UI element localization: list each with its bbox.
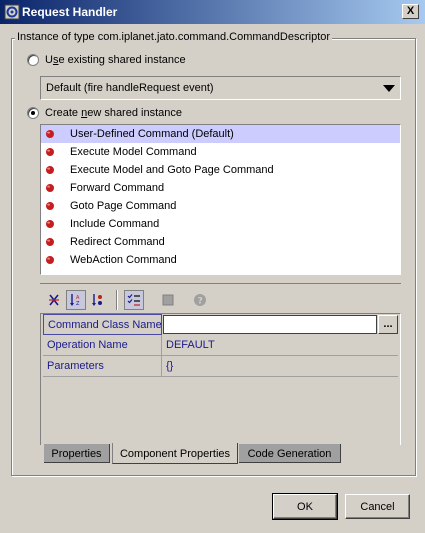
bean-icon [46,220,54,228]
list-item[interactable]: Include Command [41,215,400,233]
list-item[interactable]: User-Defined Command (Default) [41,125,400,143]
list-item-label: Redirect Command [70,236,165,248]
shared-instance-dropdown[interactable]: Default (fire handleRequest event) [40,76,401,100]
create-new-label: Create new shared instance [45,107,182,119]
help-button[interactable]: ? [190,290,210,310]
list-item-label: User-Defined Command (Default) [70,128,234,140]
list-item[interactable]: WebAction Command [41,251,400,269]
property-list-button[interactable] [124,290,144,310]
close-icon: X [406,5,415,17]
bean-icon [46,166,54,174]
command-list[interactable]: User-Defined Command (Default) Execute M… [40,124,401,275]
list-item-label: Goto Page Command [70,200,177,212]
property-grid: Command Class Name ... Operation Name DE… [40,313,401,445]
use-existing-label: Use existing shared instance [45,54,186,66]
property-row[interactable]: Parameters {} [41,356,400,377]
property-value[interactable]: {} [162,356,398,377]
title-bar: Request Handler X [0,0,425,24]
bean-icon [46,238,54,246]
bean-icon [46,184,54,192]
window-title: Request Handler [22,5,118,19]
close-button[interactable]: X [402,4,419,19]
unsorted-icon [49,294,59,306]
bean-icon [46,202,54,210]
unsorted-button[interactable] [44,290,64,310]
svg-text:?: ? [198,297,203,307]
property-name[interactable]: Operation Name [43,335,162,356]
property-value[interactable]: DEFAULT [162,335,398,356]
sort-by-name-icon: A Z [70,294,80,307]
property-row[interactable]: Operation Name DEFAULT [41,335,400,356]
customizer-button[interactable] [158,290,178,310]
toolbar-separator [116,290,118,310]
chevron-down-icon[interactable] [383,85,395,92]
group-legend: Instance of type com.iplanet.jato.comman… [15,31,333,43]
tab-component-properties[interactable]: Component Properties [112,443,238,464]
bean-icon [46,148,54,156]
list-item-label: WebAction Command [70,254,177,266]
sort-by-name-button[interactable]: A Z [66,290,86,310]
use-existing-radio-button[interactable] [27,54,39,66]
list-item[interactable]: Execute Model Command [41,143,400,161]
list-item[interactable]: Goto Page Command [41,197,400,215]
app-icon [4,4,20,20]
tab-code-generation[interactable]: Code Generation [239,444,341,463]
bean-icon [46,256,54,264]
cancel-button[interactable]: Cancel [345,494,410,519]
use-existing-radio[interactable]: Use existing shared instance [27,54,186,66]
property-list-icon [127,294,140,306]
ok-button[interactable]: OK [272,493,338,520]
tab-properties[interactable]: Properties [44,444,110,463]
list-item-label: Forward Command [70,182,165,194]
svg-text:Z: Z [76,301,80,307]
list-item[interactable]: Execute Model and Goto Page Command [41,161,400,179]
create-new-radio-button[interactable] [27,107,39,119]
list-item[interactable]: Redirect Command [41,233,400,251]
ellipsis-button[interactable]: ... [378,315,398,334]
command-class-name-input[interactable] [163,315,377,334]
list-item[interactable]: Forward Command [41,179,400,197]
property-sheet: A Z ? Command Class Name ... Operation N… [40,283,401,445]
bean-icon [46,130,54,138]
help-icon: ? [194,294,206,307]
property-row[interactable]: Command Class Name ... [41,314,400,335]
list-item-label: Include Command [70,218,160,230]
create-new-radio[interactable]: Create new shared instance [27,107,182,119]
property-toolbar: A Z ? [40,283,401,313]
property-tabs: Properties Component Properties Code Gen… [40,443,401,464]
property-name[interactable]: Parameters [43,356,162,377]
sort-by-type-button[interactable] [88,290,108,310]
list-item-label: Execute Model Command [70,146,197,158]
sort-by-type-icon [92,294,102,306]
property-name[interactable]: Command Class Name [43,314,162,335]
customizer-icon [162,294,174,306]
shared-instance-selected: Default (fire handleRequest event) [46,82,214,94]
list-item-label: Execute Model and Goto Page Command [70,164,274,176]
